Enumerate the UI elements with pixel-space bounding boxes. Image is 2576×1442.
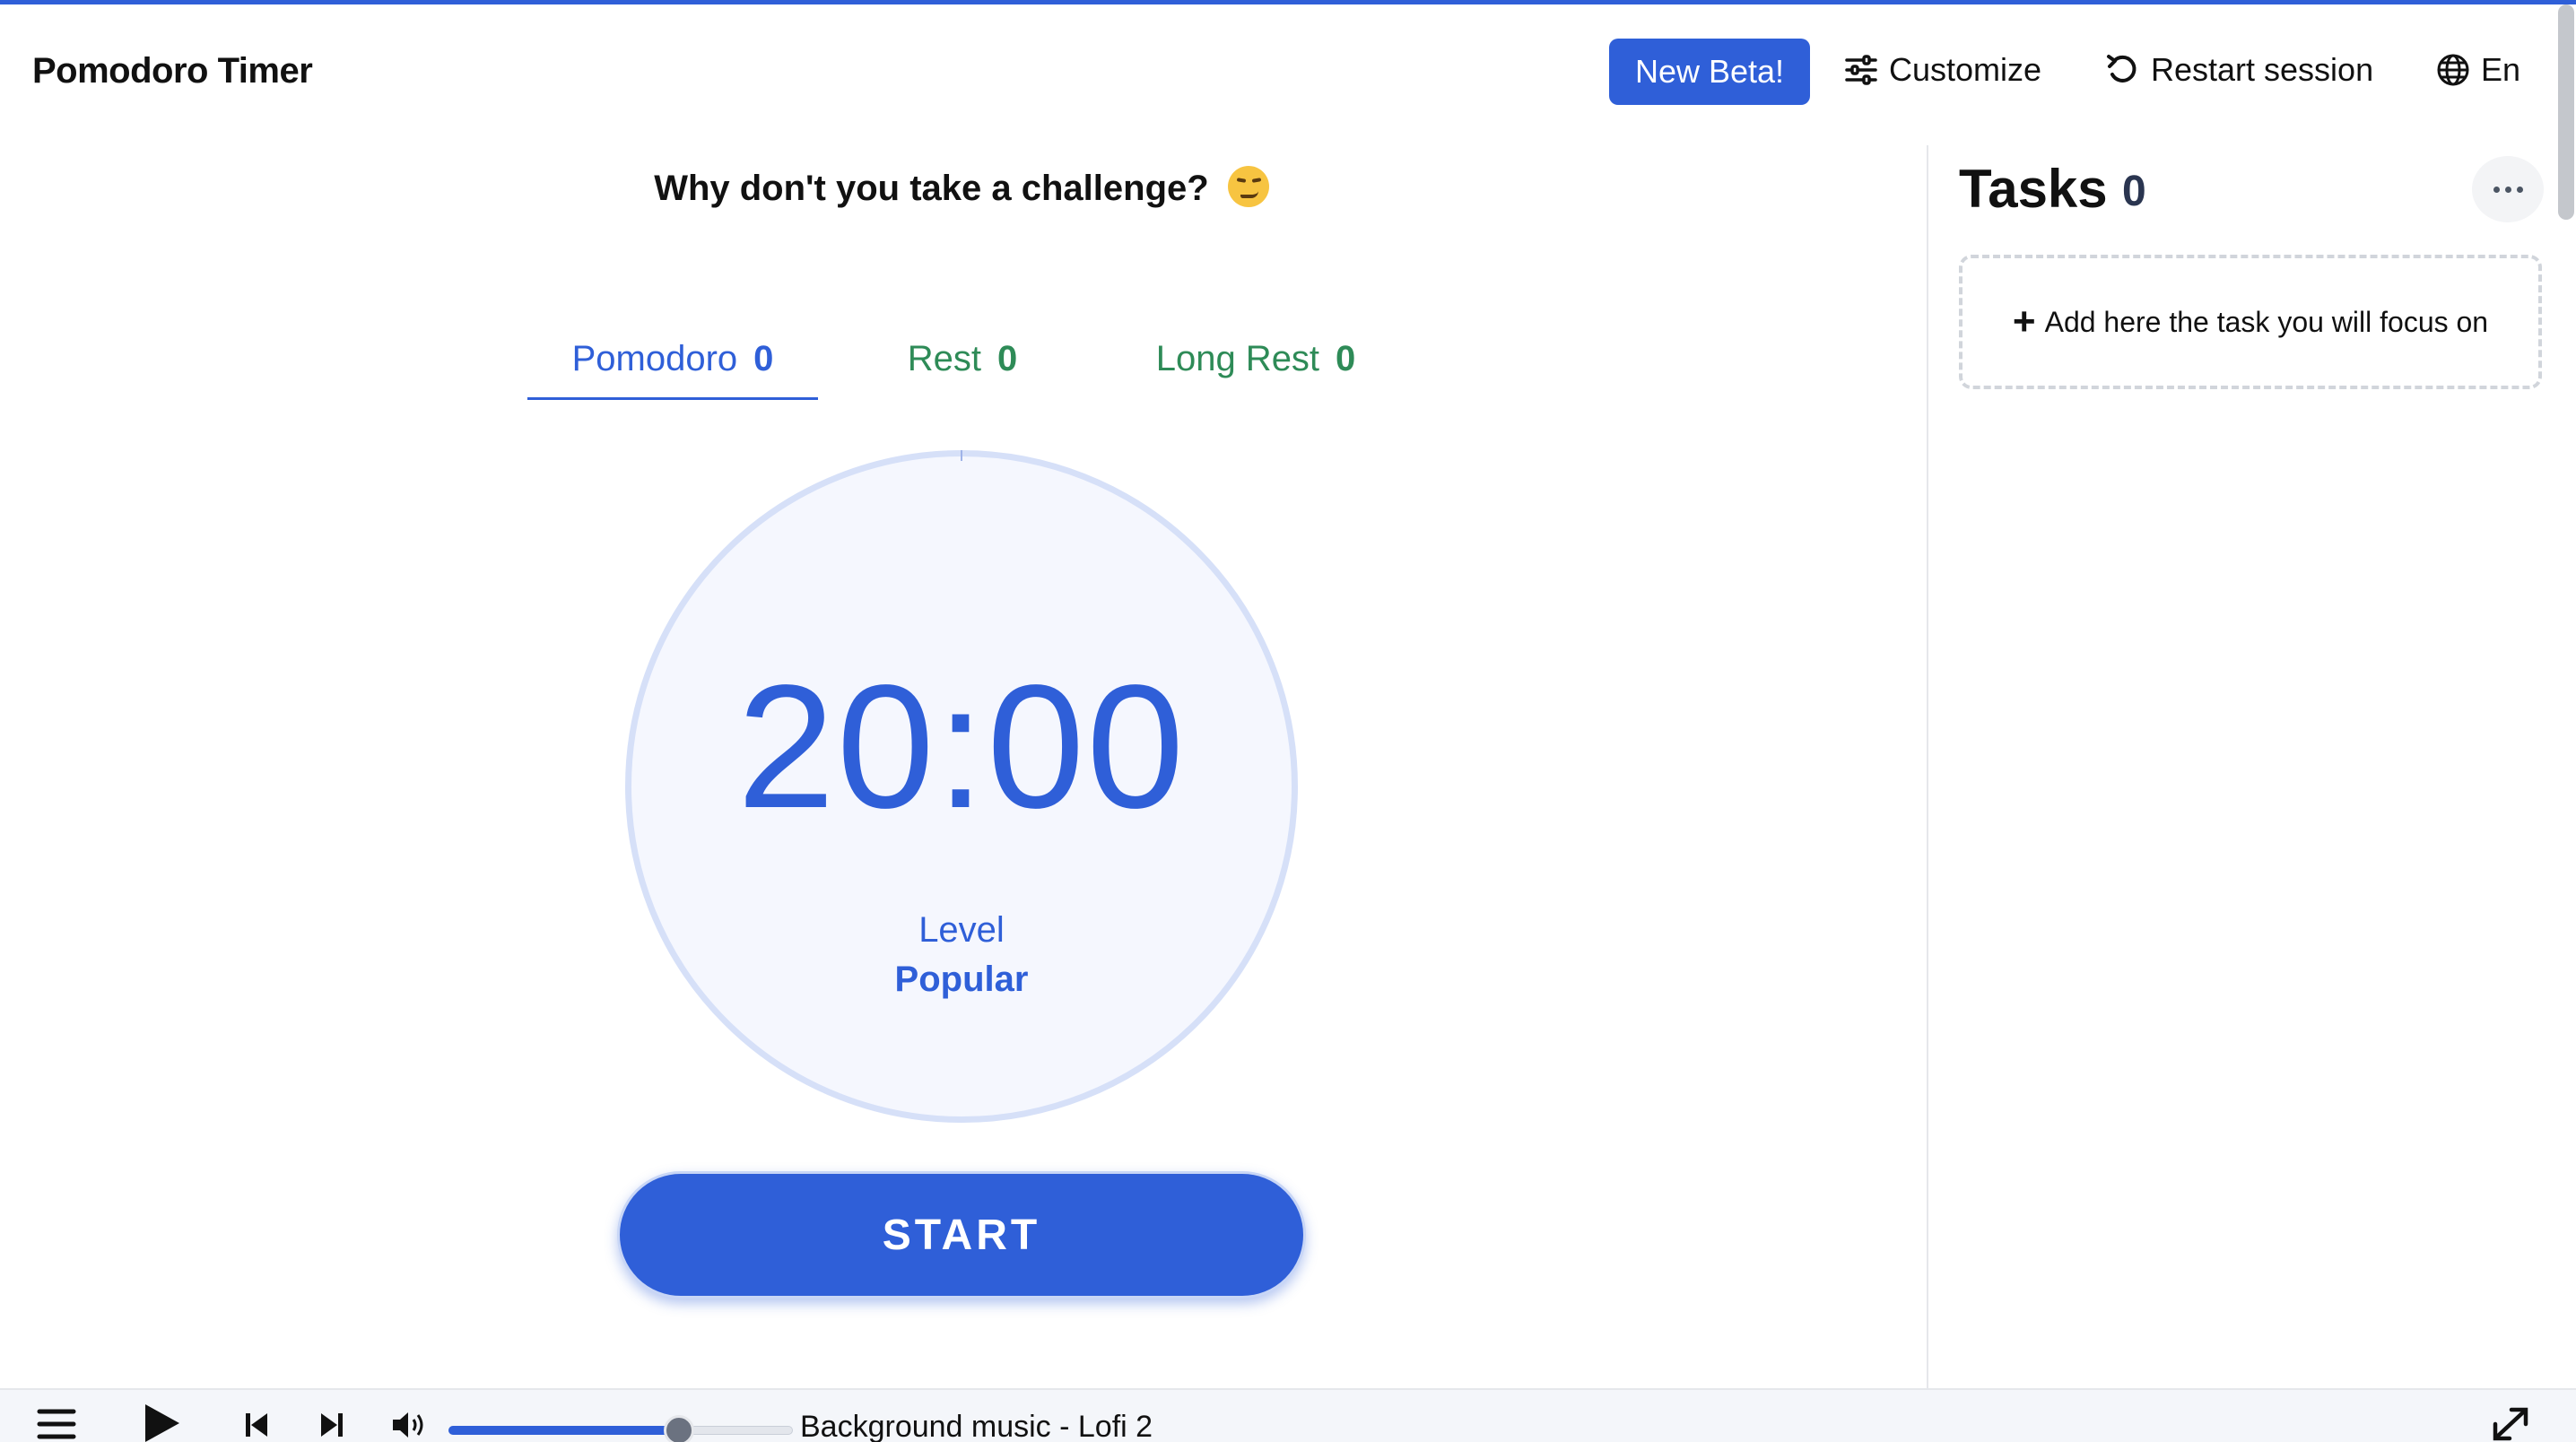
tab-label: Pomodoro <box>571 339 738 378</box>
timer-display: 20:00 <box>736 648 1187 845</box>
challenge-heading: Why don't you take a challenge? <box>0 166 1923 209</box>
next-icon[interactable] <box>319 1412 344 1438</box>
customize-button[interactable]: Customize <box>1844 51 2041 89</box>
tab-count: 0 <box>997 339 1018 378</box>
tab-pomodoro[interactable]: Pomodoro 0 <box>527 332 818 400</box>
tasks-count: 0 <box>2122 168 2146 215</box>
tab-label: Rest <box>907 339 981 378</box>
tab-label: Long Rest <box>1155 339 1320 378</box>
plus-icon: + <box>2012 300 2036 343</box>
tasks-title: Tasks <box>1959 159 2108 219</box>
new-beta-button[interactable]: New Beta! <box>1609 39 1810 105</box>
add-task-button[interactable]: + Add here the task you will focus on <box>1959 255 2542 389</box>
previous-icon[interactable] <box>244 1412 269 1438</box>
language-selector[interactable]: En <box>2436 51 2520 89</box>
start-button[interactable]: START <box>617 1171 1306 1299</box>
level-value[interactable]: Popular <box>625 960 1298 1000</box>
language-label: En <box>2481 51 2521 88</box>
menu-icon[interactable] <box>36 1404 77 1442</box>
tab-count: 0 <box>753 339 774 378</box>
volume-slider-fill <box>448 1426 680 1435</box>
play-icon[interactable] <box>140 1403 183 1442</box>
customize-label: Customize <box>1889 51 2042 88</box>
tab-rest[interactable]: Rest 0 <box>861 332 1064 400</box>
page-scrollbar[interactable] <box>2558 4 2574 220</box>
sliders-icon <box>1845 55 1877 85</box>
volume-slider-handle[interactable] <box>664 1415 695 1442</box>
panel-divider <box>1927 145 1928 1388</box>
tab-count: 0 <box>1336 339 1356 378</box>
restart-label: Restart session <box>2151 51 2374 88</box>
app-title: Pomodoro Timer <box>32 51 313 91</box>
level-label: Level <box>918 910 1005 950</box>
more-icon <box>2493 186 2500 193</box>
tab-long-rest[interactable]: Long Rest 0 <box>1112 332 1399 400</box>
challenge-text: Why don't you take a challenge? <box>654 169 1209 208</box>
smirk-emoji-icon <box>1227 166 1269 207</box>
add-task-label: Add here the task you will focus on <box>2044 305 2489 338</box>
globe-icon <box>2437 54 2469 86</box>
tasks-more-button[interactable] <box>2472 156 2544 222</box>
app-header: Pomodoro Timer New Beta! Customize Resta… <box>0 4 2576 139</box>
mode-tabs: Pomodoro 0 Rest 0 Long Rest 0 <box>0 332 1923 404</box>
track-name: Background music - Lofi 2 <box>800 1410 1153 1442</box>
music-player: Background music - Lofi 2 <box>0 1388 2576 1442</box>
restart-session-button[interactable]: Restart session <box>2106 51 2373 89</box>
expand-icon[interactable] <box>2490 1404 2531 1442</box>
restart-icon <box>2107 55 2137 83</box>
volume-icon[interactable] <box>391 1410 429 1440</box>
progress-tick <box>961 450 962 461</box>
